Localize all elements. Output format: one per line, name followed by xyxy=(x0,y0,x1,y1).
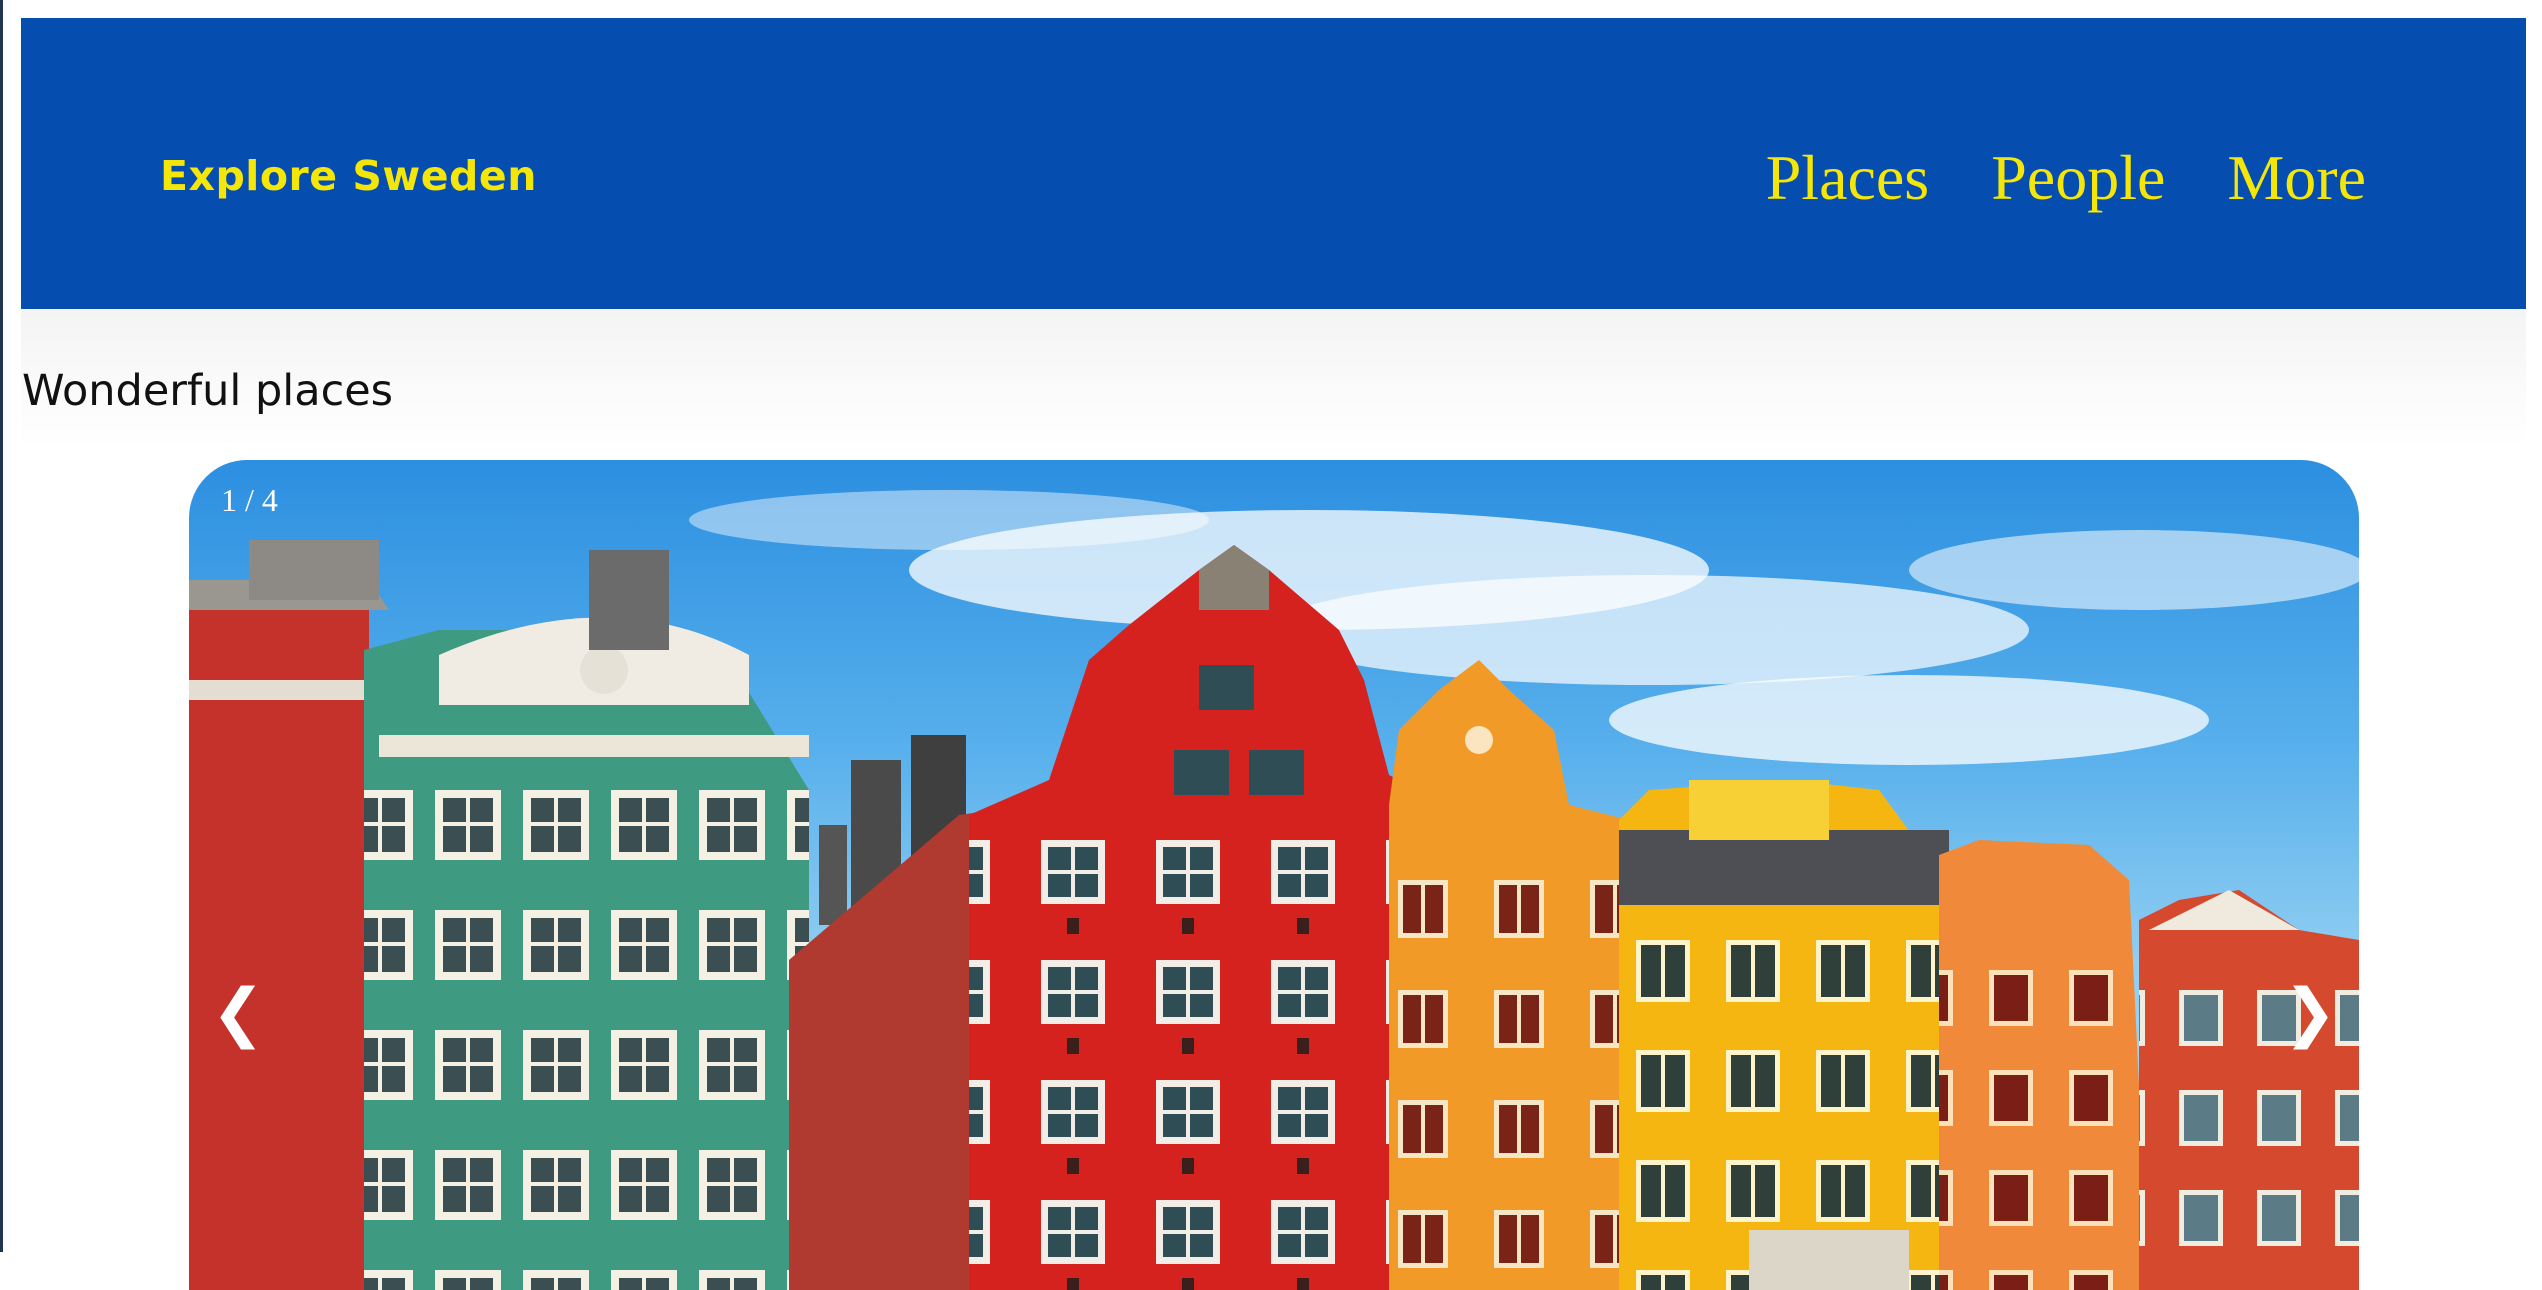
slide-counter: 1 / 4 xyxy=(221,482,278,518)
chevron-left-icon: ❮ xyxy=(211,976,265,1050)
nav-link-more[interactable]: More xyxy=(2227,146,2366,210)
section-title: Wonderful places xyxy=(22,366,394,416)
slideshow: 1 / 4 ❮ ❯ xyxy=(189,460,2359,1290)
site-header: Explore Sweden Places People More xyxy=(21,18,2526,309)
main-nav: Places People More xyxy=(1766,146,2366,210)
brand-logo[interactable]: Explore Sweden xyxy=(160,152,537,200)
prev-slide-button[interactable]: ❮ xyxy=(203,968,273,1058)
next-slide-button[interactable]: ❯ xyxy=(2275,968,2345,1058)
nav-link-people[interactable]: People xyxy=(1991,146,2165,210)
header-shadow xyxy=(21,309,2526,449)
slide-image xyxy=(189,490,2359,1290)
nav-link-places[interactable]: Places xyxy=(1766,146,1930,210)
window-edge xyxy=(0,0,3,1252)
chevron-right-icon: ❯ xyxy=(2283,976,2337,1050)
